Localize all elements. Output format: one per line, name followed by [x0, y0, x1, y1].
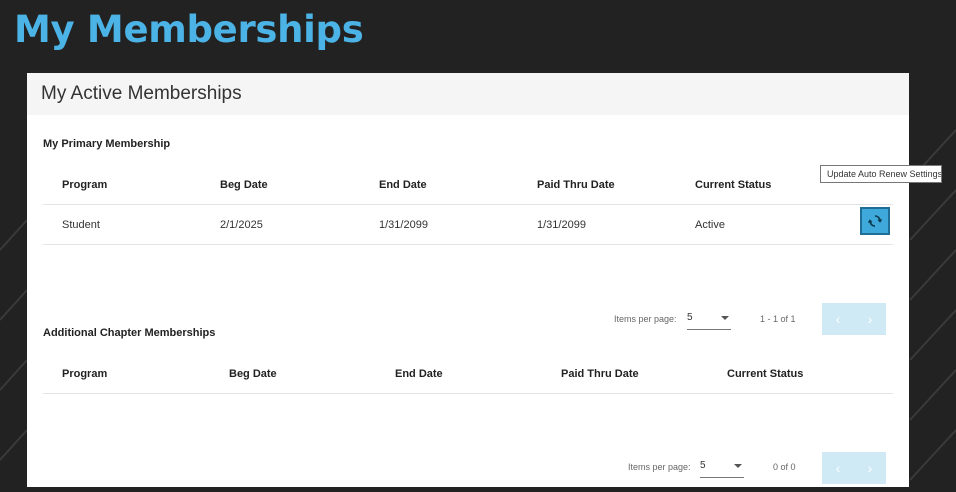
cell-end-date: 1/31/2099 — [379, 219, 428, 231]
cell-current-status: Active — [695, 219, 725, 231]
items-per-page-select[interactable]: 5 — [687, 311, 731, 330]
column-header-beg-date: Beg Date — [220, 179, 268, 191]
items-per-page-label: Items per page: — [628, 462, 691, 472]
previous-page-button[interactable]: ‹ — [822, 452, 854, 484]
items-per-page-select[interactable]: 5 — [700, 459, 744, 478]
additional-memberships-title: Additional Chapter Memberships — [43, 327, 216, 339]
chevron-left-icon: ‹ — [835, 311, 841, 327]
chevron-right-icon: › — [867, 311, 873, 327]
next-page-button[interactable]: › — [854, 452, 886, 484]
column-header-program: Program — [62, 179, 108, 191]
page-range-label: 0 of 0 — [773, 462, 796, 472]
column-header-current-status: Current Status — [727, 368, 804, 380]
column-header-program: Program — [62, 368, 108, 380]
page-navigation: ‹ › — [822, 303, 886, 335]
chevron-left-icon: ‹ — [835, 460, 841, 476]
table-header-row: Program Beg Date End Date Paid Thru Date… — [43, 166, 893, 205]
chevron-down-icon — [734, 464, 742, 468]
column-header-paid-thru-date: Paid Thru Date — [561, 368, 639, 380]
auto-renew-tooltip: Update Auto Renew Settings — [820, 165, 942, 183]
previous-page-button[interactable]: ‹ — [822, 303, 854, 335]
cell-beg-date: 2/1/2025 — [220, 219, 263, 231]
cell-program: Student — [62, 219, 100, 231]
page-navigation: ‹ › — [822, 452, 886, 484]
page-range-label: 1 - 1 of 1 — [760, 314, 796, 324]
column-header-end-date: End Date — [379, 179, 427, 191]
column-header-current-status: Current Status — [695, 179, 772, 191]
items-per-page-value: 5 — [700, 460, 706, 471]
chevron-down-icon — [721, 316, 729, 320]
refresh-icon — [868, 215, 882, 227]
table-row: Student 2/1/2025 1/31/2099 1/31/2099 Act… — [43, 206, 893, 245]
column-header-paid-thru-date: Paid Thru Date — [537, 179, 615, 191]
update-auto-renew-button[interactable] — [860, 207, 890, 235]
card-header: My Active Memberships — [27, 73, 909, 115]
memberships-card: My Active Memberships My Primary Members… — [27, 73, 909, 487]
next-page-button[interactable]: › — [854, 303, 886, 335]
items-per-page-label: Items per page: — [614, 314, 677, 324]
column-header-beg-date: Beg Date — [229, 368, 277, 380]
cell-paid-thru-date: 1/31/2099 — [537, 219, 586, 231]
column-header-end-date: End Date — [395, 368, 443, 380]
page-title: My Memberships — [14, 8, 364, 51]
items-per-page-value: 5 — [687, 312, 693, 323]
primary-membership-title: My Primary Membership — [43, 138, 171, 150]
chevron-right-icon: › — [867, 460, 873, 476]
table-header-row: Program Beg Date End Date Paid Thru Date… — [43, 355, 893, 394]
